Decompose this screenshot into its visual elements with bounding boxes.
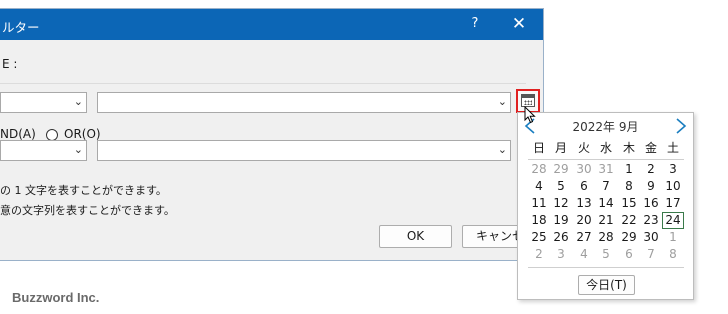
calendar-day[interactable]: 27 [573, 229, 595, 246]
divider [528, 267, 684, 268]
calendar-day[interactable]: 4 [573, 246, 595, 263]
calendar-header: 2022年 9月 [518, 115, 693, 137]
weekday-label: 日 [532, 141, 545, 155]
calendar-day[interactable]: 28 [528, 161, 550, 178]
chevron-down-icon: ⌄ [73, 143, 83, 156]
calendar-day[interactable]: 28 [595, 229, 617, 246]
help-button[interactable]: ? [466, 16, 484, 31]
custom-filter-dialog: ルター ? ✕ E : ⌄ ⌄ ND(A) OR(O) ⌄ ⌄ の 1 文字を表… [0, 8, 544, 261]
brand-watermark: Buzzword Inc. [12, 290, 100, 305]
calendar-day[interactable]: 21 [595, 212, 617, 229]
calendar-day[interactable]: 18 [528, 212, 550, 229]
calendar-day[interactable]: 31 [595, 161, 617, 178]
close-button[interactable]: ✕ [508, 14, 530, 34]
weekday-label: 土 [666, 141, 679, 155]
or-radio-label[interactable]: OR(O) [64, 127, 101, 141]
today-button[interactable]: 今日(T) [578, 275, 635, 295]
month-label: 2022年 9月 [572, 120, 639, 134]
cancel-button[interactable]: キャンセル [462, 225, 522, 248]
calendar-day[interactable]: 14 [595, 195, 617, 212]
calendar-day[interactable]: 8 [618, 178, 640, 195]
calendar-day[interactable]: 1 [618, 161, 640, 178]
next-month-icon[interactable] [675, 118, 687, 134]
day-grid: 28 29 30 31 1 2 3 4 5 6 7 8 9 10 11 12 13 14 15 16 17 18 19 20 2… [528, 161, 688, 265]
calendar-day[interactable]: 1 [662, 229, 684, 246]
calendar-day[interactable]: 22 [618, 212, 640, 229]
calendar-day[interactable]: 3 [550, 246, 572, 263]
weekday-label: 月 [554, 141, 567, 155]
calendar-day[interactable]: 30 [573, 161, 595, 178]
calendar-day[interactable]: 9 [640, 178, 662, 195]
calendar-day[interactable]: 6 [573, 178, 595, 195]
calendar-day[interactable]: 20 [573, 212, 595, 229]
condition-label: E : [2, 57, 18, 71]
ok-button[interactable]: OK [379, 225, 452, 248]
calendar-day[interactable]: 6 [618, 246, 640, 263]
weekday-header: 日 月 火 水 木 金 土 [528, 139, 688, 157]
chevron-down-icon: ⌄ [497, 95, 507, 108]
wildcard-hint-1: の 1 文字を表すことができます。 [0, 184, 167, 197]
calendar-day[interactable]: 2 [640, 161, 662, 178]
dialog-title: ルター [2, 20, 40, 35]
chevron-down-icon: ⌄ [497, 143, 507, 156]
value-input-2[interactable]: ⌄ [97, 140, 511, 161]
and-radio-label[interactable]: ND(A) [0, 127, 36, 141]
operator-select-2[interactable]: ⌄ [0, 140, 87, 161]
calendar-day[interactable]: 26 [550, 229, 572, 246]
calendar-day-selected[interactable]: 24 [662, 212, 684, 229]
calendar-day[interactable]: 13 [573, 195, 595, 212]
value-input-1[interactable]: ⌄ [97, 92, 511, 113]
calendar-day[interactable]: 29 [618, 229, 640, 246]
calendar-day[interactable]: 30 [640, 229, 662, 246]
calendar-day[interactable]: 3 [662, 161, 684, 178]
operator-select-1[interactable]: ⌄ [0, 92, 87, 113]
calendar-day[interactable]: 16 [640, 195, 662, 212]
calendar-day[interactable]: 8 [662, 246, 684, 263]
calendar-day[interactable]: 7 [595, 178, 617, 195]
calendar-day[interactable]: 29 [550, 161, 572, 178]
weekday-label: 水 [599, 141, 612, 155]
calendar-day[interactable]: 15 [618, 195, 640, 212]
divider [0, 83, 526, 84]
weekday-label: 金 [644, 141, 657, 155]
wildcard-hint-2: 意の文字列を表すことができます。 [0, 204, 175, 217]
calendar-day[interactable]: 2 [528, 246, 550, 263]
weekday-label: 木 [622, 141, 635, 155]
calendar-day[interactable]: 4 [528, 178, 550, 195]
calendar-day[interactable]: 7 [640, 246, 662, 263]
calendar-day[interactable]: 19 [550, 212, 572, 229]
calendar-day[interactable]: 25 [528, 229, 550, 246]
weekday-label: 火 [577, 141, 590, 155]
calendar-day[interactable]: 17 [662, 195, 684, 212]
calendar-day[interactable]: 11 [528, 195, 550, 212]
calendar-day[interactable]: 5 [550, 178, 572, 195]
chevron-down-icon: ⌄ [73, 95, 83, 108]
calendar-day[interactable]: 10 [662, 178, 684, 195]
calendar-day[interactable]: 23 [640, 212, 662, 229]
calendar-day[interactable]: 12 [550, 195, 572, 212]
title-bar: ルター ? ✕ [0, 9, 543, 40]
calendar-day[interactable]: 5 [595, 246, 617, 263]
calendar-popup: 2022年 9月 日 月 火 水 木 金 土 28 29 30 31 1 2 3 4 5 6 7 8 9… [517, 112, 694, 300]
divider [528, 159, 684, 160]
